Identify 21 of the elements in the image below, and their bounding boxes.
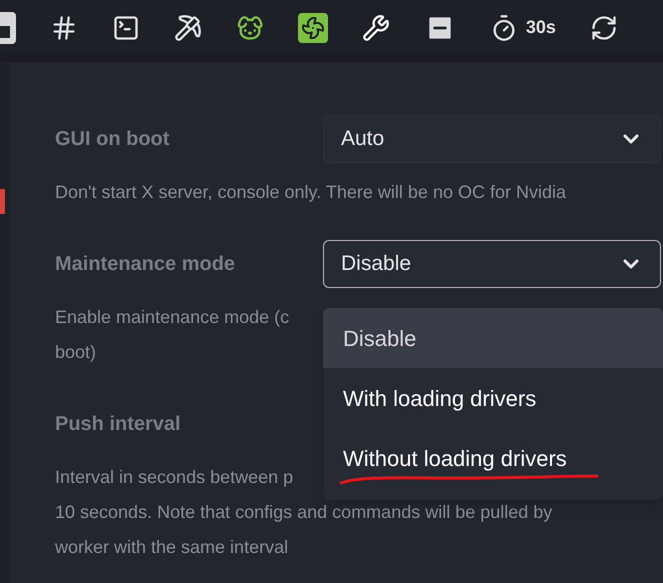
fan-icon[interactable] <box>298 12 328 42</box>
setting-label: GUI on boot <box>55 127 170 152</box>
refresh-icon[interactable] <box>590 14 618 42</box>
setting-description: worker with the same interval <box>55 536 288 559</box>
select-field[interactable]: Auto <box>323 115 661 163</box>
setting-description: Don't start X server, console only. There will be no OC for Nvidia <box>55 181 566 204</box>
setting-description: Enable maintenance mode (c <box>55 306 290 329</box>
setting-label: Push interval <box>55 412 182 437</box>
menu-option[interactable]: Without loading drivers <box>323 428 663 488</box>
dog-icon[interactable] <box>236 14 264 42</box>
timer-value: 30s <box>526 16 556 39</box>
setting-description: boot) <box>55 341 96 364</box>
setting-label: Maintenance mode <box>55 252 236 277</box>
pickaxe-icon[interactable] <box>174 14 202 42</box>
wrench-icon[interactable] <box>362 14 390 42</box>
setting-description: Interval in seconds between p <box>55 466 294 489</box>
setting-description: 10 seconds. Note that configs and commands will be pulled by <box>55 501 552 524</box>
select-field[interactable]: Disable <box>323 240 661 288</box>
terminal-icon[interactable] <box>112 14 140 42</box>
menu-option[interactable]: With loading drivers <box>323 368 663 428</box>
menu-option[interactable]: Disable <box>323 308 663 368</box>
